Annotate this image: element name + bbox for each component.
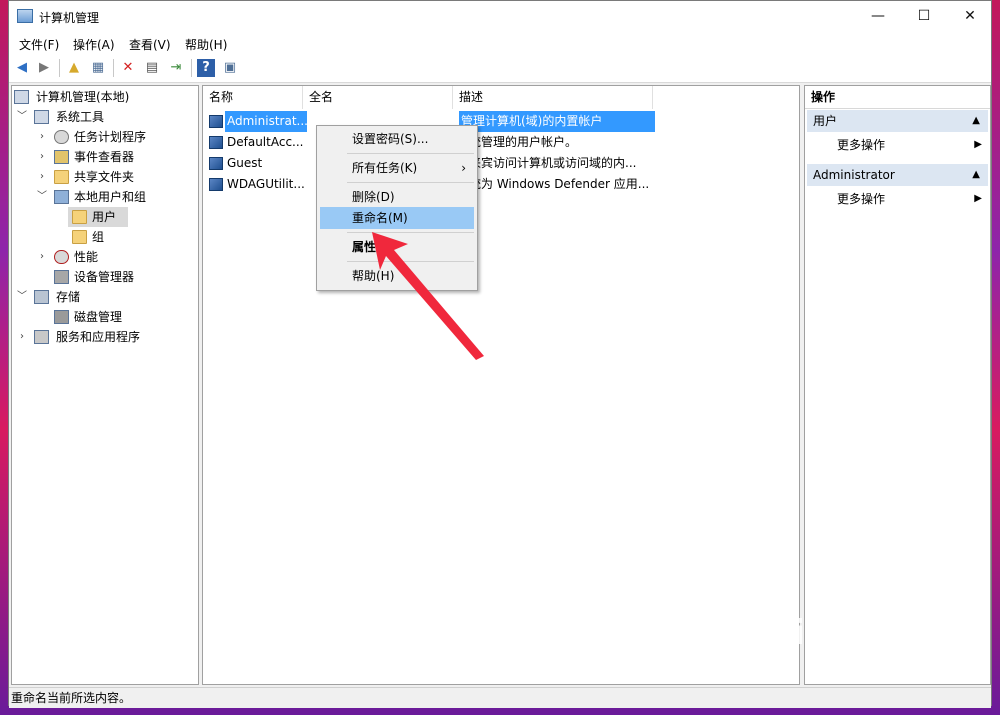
shared-folder-icon [54, 170, 69, 184]
folder-icon [72, 230, 87, 244]
row-description: 管理计算机(域)的内置帐户 [459, 111, 655, 132]
user-icon [209, 115, 223, 128]
chevron-right-icon[interactable]: › [36, 127, 48, 147]
storage-icon [34, 290, 49, 304]
more-actions-administrator[interactable]: 更多操作 ▶ [805, 188, 990, 210]
actions-section-users[interactable]: 用户 ▲ [807, 110, 988, 132]
menu-file[interactable]: 文件(F) [19, 36, 59, 53]
disk-icon [54, 310, 69, 324]
device-manager-icon [54, 270, 69, 284]
show-hide-action-icon[interactable]: ▣ [221, 59, 239, 77]
more-actions-users[interactable]: 更多操作 ▶ [805, 134, 990, 156]
computer-management-icon [14, 90, 29, 104]
user-icon [209, 157, 223, 170]
chevron-right-icon[interactable]: › [36, 247, 48, 267]
computer-management-window: 计算机管理 — ☐ ✕ 文件(F) 操作(A) 查看(V) 帮助(H) ◀ ▶ … [8, 0, 992, 708]
services-icon [34, 330, 49, 344]
forward-icon[interactable]: ▶ [35, 59, 53, 77]
title-bar: 计算机管理 — ☐ ✕ [9, 1, 991, 32]
chevron-down-icon[interactable]: ﹀ [36, 187, 48, 207]
column-header-description[interactable]: 描述 [453, 86, 653, 109]
baidu-watermark: Bai du 经验 [744, 613, 945, 653]
chevron-right-icon[interactable]: › [36, 147, 48, 167]
help-icon[interactable]: ? [197, 59, 215, 77]
context-menu: 设置密码(S)... 所有任务(K) › 删除(D) 重命名(M) 属性 帮助(… [316, 125, 478, 291]
row-description: 统管理的用户帐户。 [469, 135, 578, 149]
tree-item-users[interactable]: 用户 [68, 207, 128, 227]
maximize-button[interactable]: ☐ [901, 1, 947, 32]
computer-management-icon [17, 9, 33, 23]
toolbar: ◀ ▶ ▲ ▦ ✕ ▤ ⇥ ? ▣ [9, 54, 991, 83]
status-bar: 重命名当前所选内容。 [9, 687, 991, 708]
chevron-down-icon[interactable]: ﹀ [16, 107, 28, 127]
row-name: WDAGUtilit... [227, 177, 305, 191]
close-button[interactable]: ✕ [947, 1, 993, 32]
event-viewer-icon [54, 150, 69, 164]
users-icon [54, 190, 69, 204]
chevron-right-icon[interactable]: › [36, 167, 48, 187]
user-list: 名称 全名 描述 Administrat... 管理计算机(域)的内置帐户 De… [202, 85, 800, 685]
row-name: DefaultAcc... [227, 135, 304, 149]
column-header-name[interactable]: 名称 [203, 86, 303, 109]
tools-icon [34, 110, 49, 124]
user-icon [209, 178, 223, 191]
navigation-tree: 计算机管理(本地) ﹀ 系统工具 › 任务计划程序 › 事件查看器 › 共享文件… [11, 85, 199, 685]
column-header-fullname[interactable]: 全名 [303, 86, 453, 109]
context-delete[interactable]: 删除(D) [320, 186, 474, 208]
actions-section-administrator[interactable]: Administrator ▲ [807, 164, 988, 186]
baidu-watermark-url: jingyan.baidu.com [831, 670, 942, 684]
menu-help[interactable]: 帮助(H) [185, 36, 227, 53]
row-name: Administrat... [225, 111, 308, 132]
row-description: 来宾访问计算机或访问域的内... [469, 156, 637, 170]
actions-header: 操作 [805, 86, 990, 109]
collapse-up-icon[interactable]: ▲ [972, 110, 980, 132]
chevron-right-icon: › [461, 161, 466, 175]
chevron-right-icon[interactable]: › [16, 327, 28, 347]
menu-bar: 文件(F) 操作(A) 查看(V) 帮助(H) [9, 32, 991, 54]
context-help[interactable]: 帮助(H) [320, 265, 474, 287]
delete-icon[interactable]: ✕ [119, 59, 137, 77]
show-hide-tree-icon[interactable]: ▦ [89, 59, 107, 77]
chevron-down-icon[interactable]: ﹀ [16, 287, 28, 307]
folder-icon [72, 210, 87, 224]
row-description: 统为 Windows Defender 应用... [469, 177, 650, 191]
row-name: Guest [227, 156, 263, 170]
export-icon[interactable]: ⇥ [167, 59, 185, 77]
clock-icon [54, 130, 69, 144]
user-icon [209, 136, 223, 149]
context-rename[interactable]: 重命名(M) [320, 207, 474, 229]
performance-icon [54, 250, 69, 264]
window-title: 计算机管理 [39, 11, 100, 25]
properties-icon[interactable]: ▤ [143, 59, 161, 77]
menu-view[interactable]: 查看(V) [129, 36, 171, 53]
minimize-button[interactable]: — [855, 1, 901, 32]
menu-action[interactable]: 操作(A) [73, 36, 115, 53]
back-icon[interactable]: ◀ [13, 59, 31, 77]
collapse-up-icon[interactable]: ▲ [972, 164, 980, 186]
context-properties[interactable]: 属性 [320, 236, 474, 258]
chevron-right-icon: ▶ [974, 139, 982, 150]
chevron-right-icon: ▶ [974, 193, 982, 204]
up-folder-icon[interactable]: ▲ [65, 59, 83, 77]
actions-pane: 操作 用户 ▲ 更多操作 ▶ Administrator ▲ 更多操作 ▶ [804, 85, 991, 685]
context-set-password[interactable]: 设置密码(S)... [320, 128, 474, 150]
context-all-tasks[interactable]: 所有任务(K) › [320, 157, 474, 179]
